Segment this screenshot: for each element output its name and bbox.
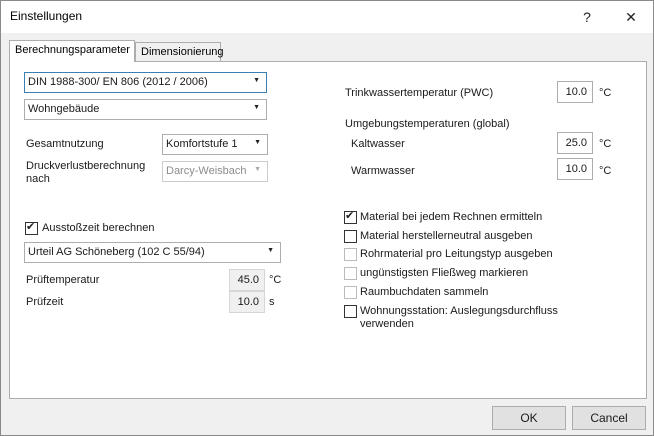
pwc-input[interactable]: 10.0 [557, 81, 593, 103]
chevron-down-icon: ▼ [254, 139, 261, 146]
druckverlust-select[interactable]: Darcy-Weisbach ▼ [162, 161, 268, 182]
chevron-down-icon: ▼ [254, 166, 261, 173]
druckverlust-label: Druckverlustberechnung [26, 160, 146, 172]
raumbuch-checkbox[interactable] [344, 286, 357, 299]
tab-dimensionierung[interactable]: Dimensionierung [135, 42, 224, 62]
help-icon[interactable]: ? [567, 1, 607, 33]
warmwasser-label: Warmwasser [351, 165, 415, 177]
kaltwasser-label: Kaltwasser [351, 138, 405, 150]
pruefzeit-unit: s [269, 296, 275, 308]
fliessweg-label[interactable]: ungünstigsten Fließweg markieren [360, 267, 528, 279]
cancel-button[interactable]: Cancel [572, 406, 646, 430]
norm-select-value: DIN 1988-300/ EN 806 (2012 / 2006) [28, 76, 208, 88]
chevron-down-icon: ▼ [253, 77, 260, 84]
raumbuch-label[interactable]: Raumbuchdaten sammeln [360, 286, 488, 298]
herstellerneutral-label[interactable]: Material herstellerneutral ausgeben [360, 230, 532, 242]
checkmark-icon: ✔ [345, 210, 355, 222]
kaltwasser-unit: °C [599, 138, 612, 150]
norm-select[interactable]: DIN 1988-300/ EN 806 (2012 / 2006) ▼ [24, 72, 267, 93]
tab-berechnungsparameter[interactable]: Berechnungsparameter [9, 40, 135, 62]
window-title: Einstellungen [10, 9, 83, 23]
ausstoss-label[interactable]: Ausstoßzeit berechnen [42, 222, 155, 234]
warmwasser-unit: °C [599, 165, 612, 177]
chevron-down-icon: ▼ [253, 104, 260, 111]
fliessweg-checkbox[interactable] [344, 267, 357, 280]
rohrmaterial-label[interactable]: Rohrmaterial pro Leitungstyp ausgeben [360, 248, 553, 260]
gesamtnutzung-select[interactable]: Komfortstufe 1 ▼ [162, 134, 268, 155]
prueftemperatur-label: Prüftemperatur [26, 274, 100, 286]
chevron-down-icon: ▼ [267, 247, 274, 254]
ausstoss-checkbox[interactable]: ✔ [25, 221, 38, 235]
pwc-unit: °C [599, 87, 612, 99]
building-type-value: Wohngebäude [28, 103, 100, 115]
material-ermitteln-label[interactable]: Material bei jedem Rechnen ermitteln [360, 211, 542, 223]
wohnungsstation-label-2[interactable]: verwenden [360, 318, 414, 330]
wohnungsstation-checkbox[interactable] [344, 305, 357, 318]
title-bar: Einstellungen ? ✕ [1, 1, 653, 33]
druckverlust-value: Darcy-Weisbach [166, 165, 247, 177]
urteil-select[interactable]: Urteil AG Schöneberg (102 C 55/94) ▼ [24, 242, 281, 263]
umgebung-label: Umgebungstemperaturen (global) [345, 118, 510, 130]
druckverlust-label-2: nach [26, 173, 50, 185]
material-ermitteln-checkbox[interactable]: ✔ [344, 210, 357, 224]
building-type-select[interactable]: Wohngebäude ▼ [24, 99, 267, 120]
gesamtnutzung-label: Gesamtnutzung [26, 138, 104, 150]
herstellerneutral-checkbox[interactable] [344, 230, 357, 243]
urteil-value: Urteil AG Schöneberg (102 C 55/94) [28, 246, 205, 258]
ok-button[interactable]: OK [492, 406, 566, 430]
pwc-label: Trinkwassertemperatur (PWC) [345, 87, 494, 99]
tab-panel: DIN 1988-300/ EN 806 (2012 / 2006) ▼ Woh… [9, 61, 647, 399]
prueftemperatur-input[interactable]: 45.0 [229, 269, 265, 291]
checkmark-icon: ✔ [26, 221, 36, 233]
close-icon[interactable]: ✕ [611, 1, 651, 33]
wohnungsstation-label[interactable]: Wohnungsstation: Auslegungsdurchfluss [360, 305, 558, 317]
settings-dialog: Einstellungen ? ✕ Berechnungsparameter D… [0, 0, 654, 436]
gesamtnutzung-value: Komfortstufe 1 [166, 138, 238, 150]
kaltwasser-input[interactable]: 25.0 [557, 132, 593, 154]
pruefzeit-label: Prüfzeit [26, 296, 64, 308]
pruefzeit-input[interactable]: 10.0 [229, 291, 265, 313]
warmwasser-input[interactable]: 10.0 [557, 158, 593, 180]
rohrmaterial-checkbox[interactable] [344, 248, 357, 261]
prueftemperatur-unit: °C [269, 274, 282, 286]
